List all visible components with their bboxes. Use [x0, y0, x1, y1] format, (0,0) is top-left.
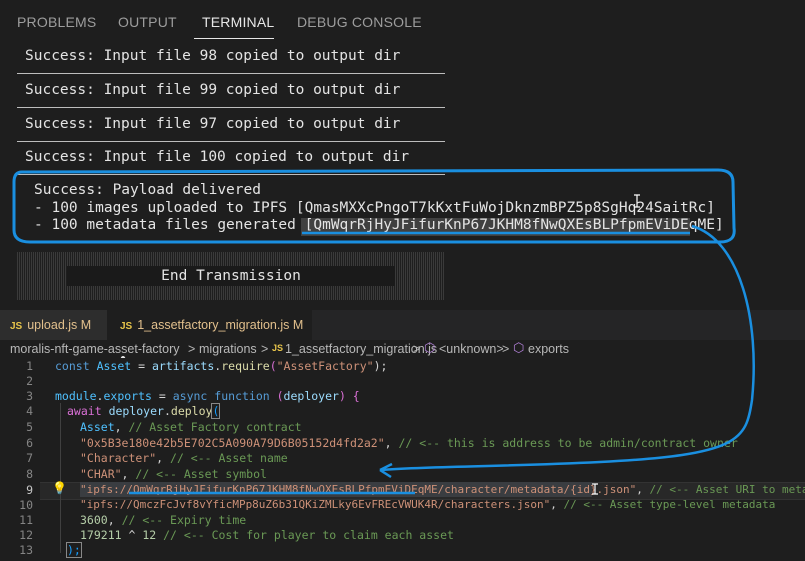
annotation-overlay [12, 168, 755, 495]
text-cursor-icon [634, 194, 640, 208]
annotation-arrow [379, 224, 755, 472]
annotation-box [12, 168, 736, 244]
text-cursor-icon [592, 483, 598, 495]
